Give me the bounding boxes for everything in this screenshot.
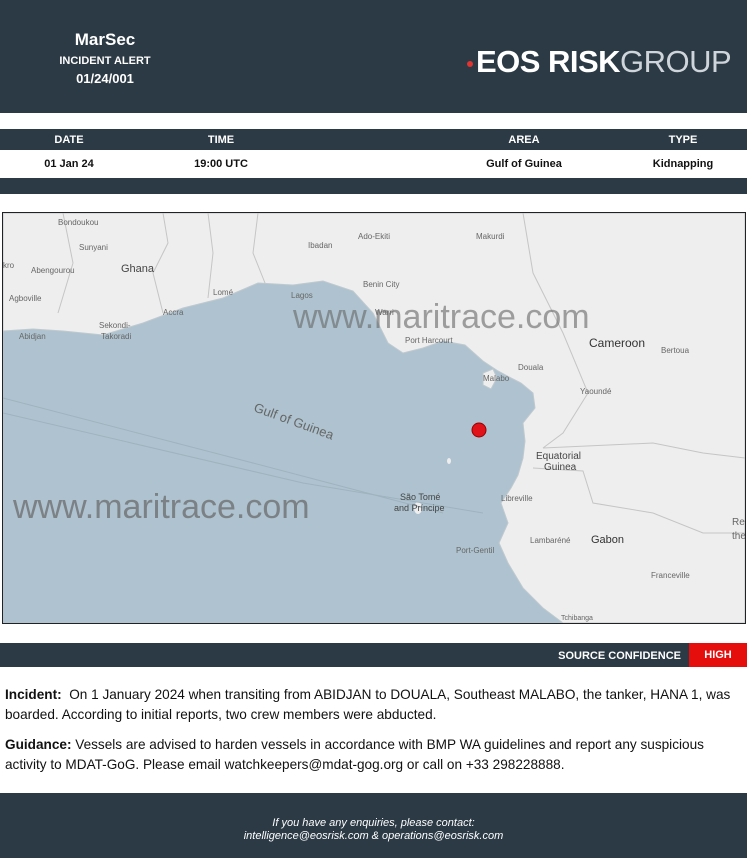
label-lome: Lomé bbox=[213, 288, 234, 297]
label-tchibanga: Tchibanga bbox=[561, 615, 593, 622]
guidance-text: Vessels are advised to harden vessels in… bbox=[5, 737, 704, 772]
label-guinea: Guinea bbox=[544, 462, 577, 473]
label-port-harcourt: Port Harcourt bbox=[405, 336, 453, 345]
guidance-label: Guidance: bbox=[5, 737, 72, 752]
area-header: AREA bbox=[508, 134, 540, 146]
type-header: TYPE bbox=[668, 134, 698, 146]
label-bondoukou: Bondoukou bbox=[58, 218, 98, 227]
guidance-paragraph: Guidance: Vessels are advised to harden … bbox=[5, 735, 743, 775]
label-cameroon: Cameroon bbox=[589, 336, 645, 350]
label-abidjan: Abidjan bbox=[19, 332, 46, 341]
label-sekondi: Sekondi- bbox=[99, 321, 131, 330]
label-yaounde: Yaoundé bbox=[580, 387, 612, 396]
time-header: TIME bbox=[207, 134, 235, 146]
label-re: Re bbox=[732, 517, 745, 528]
alert-subtitle: INCIDENT ALERT bbox=[59, 55, 151, 67]
info-table-footer bbox=[0, 178, 747, 194]
incident-marker-icon bbox=[471, 422, 487, 438]
confidence-label: SOURCE CONFIDENCE bbox=[558, 650, 681, 662]
label-douala: Douala bbox=[518, 363, 544, 372]
label-makurdi: Makurdi bbox=[476, 232, 505, 241]
date-value: 01 Jan 24 bbox=[44, 158, 94, 170]
label-and-principe: and Príncipe bbox=[394, 503, 445, 513]
label-gabon: Gabon bbox=[591, 534, 624, 546]
incident-label: Incident: bbox=[5, 687, 62, 702]
confidence-value: HIGH bbox=[689, 643, 747, 667]
eos-risk-group-logo: EOS RISKGROUP bbox=[467, 44, 732, 80]
time-value: 19:00 UTC bbox=[194, 158, 248, 170]
brand-title: MarSec bbox=[74, 30, 136, 49]
label-ado-ekiti: Ado-Ekiti bbox=[358, 232, 390, 241]
info-table-row: 01 Jan 24 19:00 UTC Gulf of Guinea Kidna… bbox=[0, 150, 747, 178]
area-value: Gulf of Guinea bbox=[486, 158, 562, 170]
label-warri: Warri bbox=[375, 308, 394, 317]
label-kro: kro bbox=[3, 261, 15, 270]
label-sunyani: Sunyani bbox=[79, 243, 108, 252]
footer-emails[interactable]: intelligence@eosrisk.com & operations@eo… bbox=[0, 830, 747, 842]
label-bertoua: Bertoua bbox=[661, 346, 690, 355]
footer-contact-line: If you have any enquiries, please contac… bbox=[272, 817, 475, 829]
alert-reference: 01/24/001 bbox=[76, 71, 134, 86]
info-table-header: DATE TIME AREA TYPE bbox=[0, 129, 747, 150]
label-libreville: Libreville bbox=[501, 494, 533, 503]
incident-map: www.maritrace.com www.maritrace.com Gulf… bbox=[2, 212, 746, 624]
label-equatorial: Equatorial bbox=[536, 451, 581, 462]
label-agboville: Agboville bbox=[9, 294, 42, 303]
label-ghana: Ghana bbox=[121, 263, 155, 275]
map-watermark-2: www.maritrace.com bbox=[292, 298, 590, 336]
date-header: DATE bbox=[54, 134, 84, 146]
incident-text: On 1 January 2024 when transiting from A… bbox=[5, 687, 731, 722]
logo-dot-icon bbox=[467, 60, 473, 67]
label-franceville: Franceville bbox=[651, 571, 690, 580]
label-benin-city: Benin City bbox=[363, 280, 399, 289]
label-malabo: Malabo bbox=[483, 374, 510, 383]
label-the: the bbox=[732, 531, 745, 542]
label-sao-tome: São Tomé bbox=[400, 492, 440, 502]
label-lambarene: Lambaréné bbox=[530, 536, 571, 545]
label-port-gentil: Port-Gentil bbox=[456, 546, 494, 555]
label-lagos: Lagos bbox=[291, 291, 313, 300]
label-takoradi: Takoradi bbox=[101, 332, 131, 341]
source-confidence-bar: SOURCE CONFIDENCE HIGH bbox=[0, 643, 747, 667]
report-header: MarSec INCIDENT ALERT 01/24/001 EOS RISKG… bbox=[0, 0, 747, 113]
label-ibadan: Ibadan bbox=[308, 241, 332, 250]
type-value: Kidnapping bbox=[652, 158, 714, 170]
map-watermark: www.maritrace.com bbox=[12, 488, 310, 526]
brand-block: MarSec INCIDENT ALERT 01/24/001 bbox=[40, 30, 170, 86]
report-footer: If you have any enquiries, please contac… bbox=[0, 793, 747, 858]
label-accra: Accra bbox=[163, 308, 184, 317]
incident-paragraph: Incident: On 1 January 2024 when transit… bbox=[5, 685, 743, 725]
label-abengourou: Abengourou bbox=[31, 266, 75, 275]
